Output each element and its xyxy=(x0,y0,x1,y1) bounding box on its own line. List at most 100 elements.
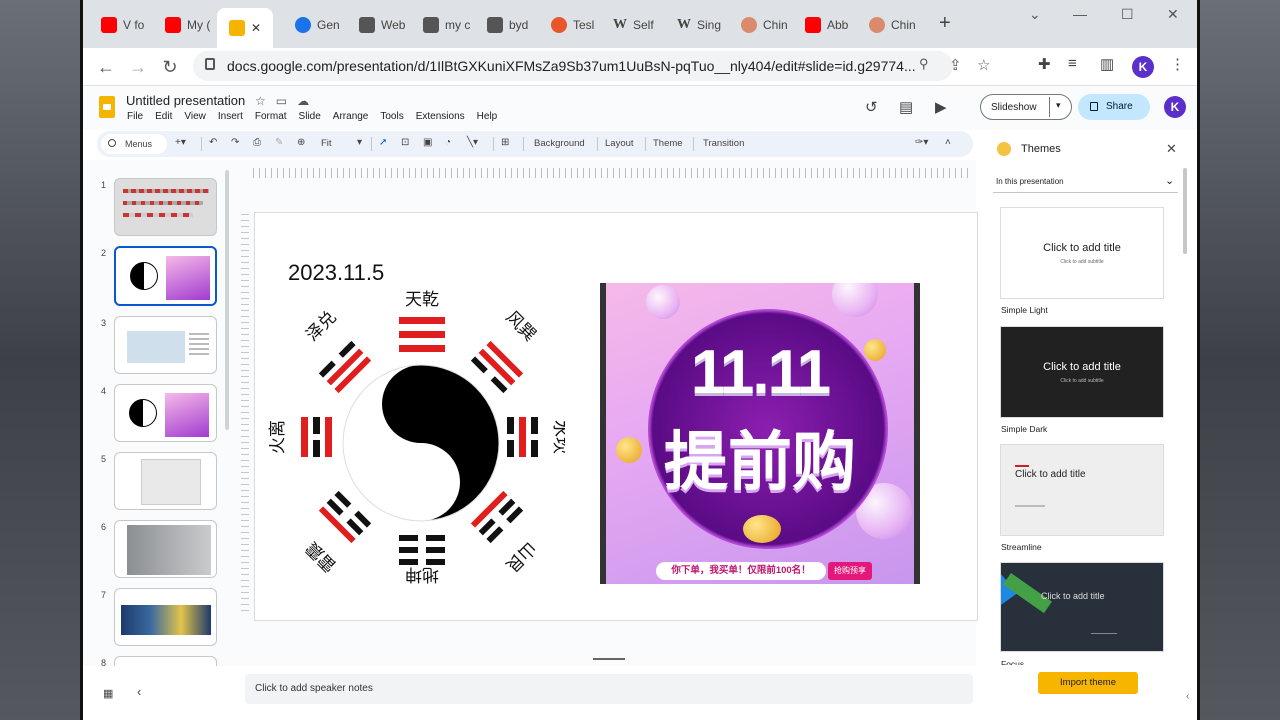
menu-slide[interactable]: Slide xyxy=(299,111,321,122)
menu-help[interactable]: Help xyxy=(477,111,498,122)
theme-card-streamline[interactable]: Click to add title xyxy=(1000,444,1164,536)
slide-date-text[interactable]: 2023.11.5 xyxy=(288,260,384,286)
print-icon[interactable]: ⎙ xyxy=(253,137,261,148)
menu-arrange[interactable]: Arrange xyxy=(333,111,369,122)
transition-button[interactable]: Transition xyxy=(703,138,744,149)
comment-add-icon[interactable]: ⊞ xyxy=(501,137,509,148)
tab-11[interactable]: Chin xyxy=(729,10,788,40)
layout-button[interactable]: Layout xyxy=(605,138,634,149)
slide-thumbnail-2[interactable] xyxy=(114,246,217,306)
promo-image[interactable]: 11.11 提前购 你下单，我买单！仅限前100名！ 抢购预享 xyxy=(600,283,920,584)
slide-thumbnail-6[interactable] xyxy=(114,520,217,578)
undo-icon[interactable]: ↶ xyxy=(209,137,217,148)
tab-10[interactable]: W Sing xyxy=(665,10,721,40)
menu-file[interactable]: File xyxy=(127,111,143,122)
browser-profile-avatar[interactable]: K xyxy=(1132,56,1154,78)
address-bar[interactable]: docs.google.com/presentation/d/1IlBtGXKu… xyxy=(193,51,990,81)
account-avatar[interactable]: K xyxy=(1164,96,1186,118)
zoom-icon[interactable]: ⚲ xyxy=(919,56,929,72)
menu-view[interactable]: View xyxy=(184,111,206,122)
line-icon[interactable]: ╲▾ xyxy=(467,137,478,148)
import-theme-button[interactable]: Import theme xyxy=(1038,672,1138,694)
new-slide-icon[interactable]: +▾ xyxy=(175,137,186,148)
move-folder-icon[interactable]: ▭ xyxy=(276,94,287,108)
close-window-icon[interactable]: ✕ xyxy=(1167,6,1179,23)
new-tab-button[interactable]: + xyxy=(939,12,951,35)
shape-icon[interactable]: ◔ xyxy=(445,137,451,148)
slides-logo-icon[interactable] xyxy=(99,96,115,118)
background-button[interactable]: Background xyxy=(534,138,585,149)
theme-button[interactable]: Theme xyxy=(653,138,683,149)
themes-source-select[interactable]: In this presentation ⌄ xyxy=(993,171,1178,193)
bagua-diagram[interactable]: 天乾 风巽 水坎 山艮 地坤 雷震 火离 泽兑 xyxy=(265,285,565,595)
theme-card-focus[interactable]: Click to add title xyxy=(1000,562,1164,652)
speaker-notes[interactable]: Click to add speaker notes xyxy=(245,674,973,704)
slide-thumbnail-7[interactable] xyxy=(114,588,217,646)
star-icon[interactable]: ☆ xyxy=(255,94,266,108)
minimize-icon[interactable]: — xyxy=(1073,6,1087,22)
filmstrip-scrollbar[interactable] xyxy=(225,170,229,430)
menu-extensions[interactable]: Extensions xyxy=(416,111,465,122)
expand-panel-icon[interactable]: ‹ xyxy=(1186,691,1189,702)
menus-search[interactable]: Menus xyxy=(101,134,167,154)
extensions-icon[interactable]: ✚ xyxy=(1038,55,1051,73)
menu-tools[interactable]: Tools xyxy=(380,111,403,122)
theme-card-simple-light[interactable]: Click to add title Click to add subtitle xyxy=(1000,207,1164,299)
browser-menu-icon[interactable]: ⋮ xyxy=(1170,55,1185,73)
chevron-down-icon[interactable]: ▾ xyxy=(1056,100,1061,111)
forward-icon[interactable]: → xyxy=(125,54,151,80)
menu-format[interactable]: Format xyxy=(255,111,287,122)
tab-slides-active[interactable]: ✕ xyxy=(217,8,273,48)
document-title[interactable]: Untitled presentation xyxy=(126,93,245,108)
slide-thumbnail-3[interactable] xyxy=(114,316,217,374)
tab-4[interactable]: Gen xyxy=(283,10,340,40)
tab-2[interactable]: My ( xyxy=(153,10,210,40)
media-control-icon[interactable]: ≡ xyxy=(1068,55,1077,72)
tab-search-icon[interactable]: ⌄ xyxy=(1029,6,1041,23)
tab-5[interactable]: Web xyxy=(347,10,405,40)
meet-icon[interactable]: ▶ xyxy=(935,98,947,116)
tab-6[interactable]: my c xyxy=(411,10,470,40)
slide-thumbnail-8[interactable] xyxy=(114,656,217,666)
slide-thumbnail-4[interactable] xyxy=(114,384,217,442)
share-button[interactable]: Share xyxy=(1078,94,1150,120)
version-history-icon[interactable]: ↺ xyxy=(865,98,878,116)
slide-thumbnail-5[interactable] xyxy=(114,452,217,510)
notes-resize-handle[interactable] xyxy=(593,658,625,660)
close-icon[interactable]: ✕ xyxy=(1166,141,1177,157)
image-icon[interactable]: ▣ xyxy=(423,137,432,148)
tab-13[interactable]: Chin xyxy=(857,10,916,40)
reload-icon[interactable]: ↻ xyxy=(157,54,183,80)
pen-icon[interactable]: ✑▾ xyxy=(915,137,928,148)
share-page-icon[interactable]: ⇪ xyxy=(949,56,962,74)
collapse-toolbar-icon[interactable]: ˄ xyxy=(945,137,951,148)
chevron-down-icon[interactable]: ▾ xyxy=(357,137,362,148)
menu-insert[interactable]: Insert xyxy=(218,111,243,122)
side-panel-icon[interactable]: ▥ xyxy=(1100,55,1114,73)
select-cursor-icon[interactable]: ➚ xyxy=(379,137,387,148)
collapse-filmstrip-icon[interactable]: ‹ xyxy=(137,684,141,699)
comments-icon[interactable]: ▤ xyxy=(899,98,913,116)
tab-9[interactable]: W Self xyxy=(601,10,654,40)
tab-1[interactable]: V fo xyxy=(89,10,144,40)
grid-view-icon[interactable]: ▦ xyxy=(103,687,113,700)
zoom-select[interactable]: Fit xyxy=(321,138,332,149)
themes-scrollbar[interactable] xyxy=(1183,168,1187,254)
cloud-status-icon[interactable]: ☁ xyxy=(297,94,309,108)
theme-card-simple-dark[interactable]: Click to add title Click to add subtitle xyxy=(1000,326,1164,418)
text-box-icon[interactable]: ⊡ xyxy=(401,137,409,148)
menu-edit[interactable]: Edit xyxy=(155,111,172,122)
tab-12[interactable]: Abb xyxy=(793,10,848,40)
back-icon[interactable]: ← xyxy=(93,54,119,80)
slideshow-button[interactable]: Slideshow ▾ xyxy=(980,94,1072,120)
close-icon[interactable]: ✕ xyxy=(251,21,261,35)
zoom-icon[interactable]: ⊕ xyxy=(297,137,305,148)
redo-icon[interactable]: ↷ xyxy=(231,137,239,148)
tab-7[interactable]: byd xyxy=(475,10,528,40)
tab-8[interactable]: Tesl xyxy=(539,10,594,40)
slide-canvas[interactable]: 2023.11.5 天乾 风巽 水坎 山艮 地坤 雷震 火离 泽兑 11.11 … xyxy=(255,213,977,620)
maximize-icon[interactable]: ☐ xyxy=(1121,6,1134,23)
slide-thumbnail-1[interactable] xyxy=(114,178,217,236)
bookmark-star-icon[interactable]: ☆ xyxy=(977,56,990,74)
paint-format-icon[interactable]: ✎ xyxy=(275,137,283,148)
